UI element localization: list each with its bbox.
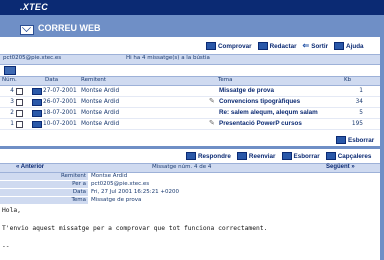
right-border — [380, 15, 384, 260]
forward-icon — [236, 152, 247, 160]
col-date[interactable]: Data — [45, 77, 58, 83]
header-value-sender: Montse Ardid — [91, 173, 128, 179]
row-checkbox[interactable] — [16, 110, 23, 117]
mailbox-count: Hi ha 4 missatge(s) a la bústia — [126, 55, 210, 61]
envelope-icon — [32, 99, 42, 106]
row-size: 5 — [359, 110, 363, 116]
compose-label: Redactar — [269, 42, 297, 50]
row-date: 26-07-2001 — [43, 99, 77, 105]
row-num: 2 — [10, 110, 14, 116]
headers-button[interactable]: Capçaleres — [325, 152, 372, 160]
row-sender[interactable]: Montse Ardid — [81, 88, 119, 94]
header-value-date: Fri, 27 Jul 2001 16:25:21 +0200 — [91, 189, 179, 195]
body-line: -- — [2, 243, 10, 250]
header-label-date: Data — [0, 189, 88, 196]
delete-selected-button[interactable]: Esborrar — [336, 136, 374, 144]
row-num: 4 — [10, 88, 14, 94]
header-label-subject: Tema — [0, 197, 88, 204]
help-icon — [334, 42, 345, 50]
back-arrow-icon: ⇐ — [302, 41, 310, 50]
body-line — [2, 215, 267, 224]
delete-message-button[interactable]: Esborrar — [281, 152, 320, 160]
col-subject[interactable]: Tema — [218, 77, 233, 83]
forward-label: Reenviar — [248, 152, 276, 160]
envelope-icon — [32, 121, 42, 128]
col-size[interactable]: Kb — [344, 77, 351, 83]
trash-icon — [281, 152, 292, 160]
body-line: Hola, — [2, 207, 21, 214]
mail-icon — [20, 25, 34, 35]
row-checkbox[interactable] — [16, 88, 23, 95]
envelope-icon — [32, 88, 42, 95]
header-value-subject: Missatge de prova — [91, 197, 142, 203]
previous-link[interactable]: « Anterior — [16, 164, 44, 170]
row-size: 34 — [355, 99, 363, 105]
check-mail-button[interactable]: Comprovar — [206, 42, 252, 50]
reply-label: Respondre — [198, 152, 231, 160]
header-label-sender: Remitent — [0, 173, 88, 180]
reply-icon — [186, 152, 196, 160]
next-link[interactable]: Següent » — [326, 164, 355, 170]
message-body: Hola, T'envio aquest missatge per a comp… — [2, 206, 267, 251]
app-title: CORREU WEB — [38, 23, 101, 33]
header-value-to: pct0205@pie.xtec.es — [91, 181, 150, 187]
message-position: Missatge núm. 4 de 4 — [152, 164, 212, 170]
table-row[interactable]: 3 26-07-2001 Montse Ardid ✎ Convencions … — [0, 97, 380, 108]
exit-label: Sortir — [311, 42, 329, 50]
row-num: 1 — [10, 121, 14, 127]
account-address: pct0205@pie.xtec.es — [3, 55, 62, 61]
double-left-icon: « — [16, 164, 20, 170]
headers-icon — [325, 152, 336, 160]
pane-separator — [0, 146, 380, 149]
row-date: 10-07-2001 — [43, 121, 77, 127]
top-banner — [0, 0, 384, 15]
row-date: 27-07-2001 — [43, 88, 77, 94]
mailbox-toolbar: Comprovar Redactar ⇐ Sortir Ajuda — [206, 42, 364, 50]
double-right-icon: » — [351, 164, 355, 170]
table-row[interactable]: 2 18-07-2001 Montse Ardid Re: salem aleq… — [0, 108, 380, 119]
delete-message-label: Esborrar — [293, 152, 320, 160]
headers-label: Capçaleres — [337, 152, 372, 160]
header-label-to: Per a — [0, 181, 88, 188]
row-num: 3 — [10, 99, 14, 105]
table-row[interactable]: 1 10-07-2001 Montse Ardid ✎ Presentació … — [0, 119, 380, 130]
row-subject[interactable]: Missatge de prova — [219, 87, 274, 94]
select-all-button[interactable] — [4, 66, 16, 75]
row-subject[interactable]: Re: salem alequm, alequm salam — [219, 109, 318, 116]
row-size: 1 — [359, 88, 363, 94]
compose-button[interactable]: Redactar — [257, 42, 297, 50]
paperclip-icon: ✎ — [209, 97, 215, 105]
previous-label: Anterior — [20, 164, 45, 170]
body-line — [2, 233, 267, 242]
check-mail-label: Comprovar — [218, 42, 252, 50]
xtec-logo: .XTEC — [20, 2, 49, 12]
delete-label: Esborrar — [348, 136, 375, 144]
row-subject[interactable]: Convencions tipogràfiques — [219, 98, 300, 105]
envelope-icon — [206, 42, 216, 50]
body-line: T'envio aquest missatge per a comprovar … — [2, 225, 268, 232]
help-label: Ajuda — [346, 42, 364, 50]
envelope-icon — [32, 110, 42, 117]
table-row[interactable]: 4 27-07-2001 Montse Ardid Missatge de pr… — [0, 86, 380, 97]
exit-button[interactable]: ⇐ Sortir — [302, 41, 329, 50]
row-sender[interactable]: Montse Ardid — [81, 99, 119, 105]
row-size: 195 — [351, 121, 363, 127]
forward-button[interactable]: Reenviar — [236, 152, 276, 160]
col-sender[interactable]: Remitent — [81, 77, 106, 83]
row-checkbox[interactable] — [16, 121, 23, 128]
paperclip-icon: ✎ — [209, 119, 215, 127]
message-toolbar: Respondre Reenviar Esborrar Capçaleres — [186, 152, 371, 160]
compose-icon — [257, 42, 268, 50]
next-label: Següent — [326, 164, 350, 170]
help-button[interactable]: Ajuda — [334, 42, 364, 50]
row-subject[interactable]: Presentació PowerP cursos — [219, 120, 302, 127]
reply-button[interactable]: Respondre — [186, 152, 231, 160]
row-sender[interactable]: Montse Ardid — [81, 110, 119, 116]
row-date: 18-07-2001 — [43, 110, 77, 116]
trash-icon — [336, 136, 346, 144]
col-num[interactable]: Núm. — [2, 77, 17, 83]
row-sender[interactable]: Montse Ardid — [81, 121, 119, 127]
row-checkbox[interactable] — [16, 99, 23, 106]
